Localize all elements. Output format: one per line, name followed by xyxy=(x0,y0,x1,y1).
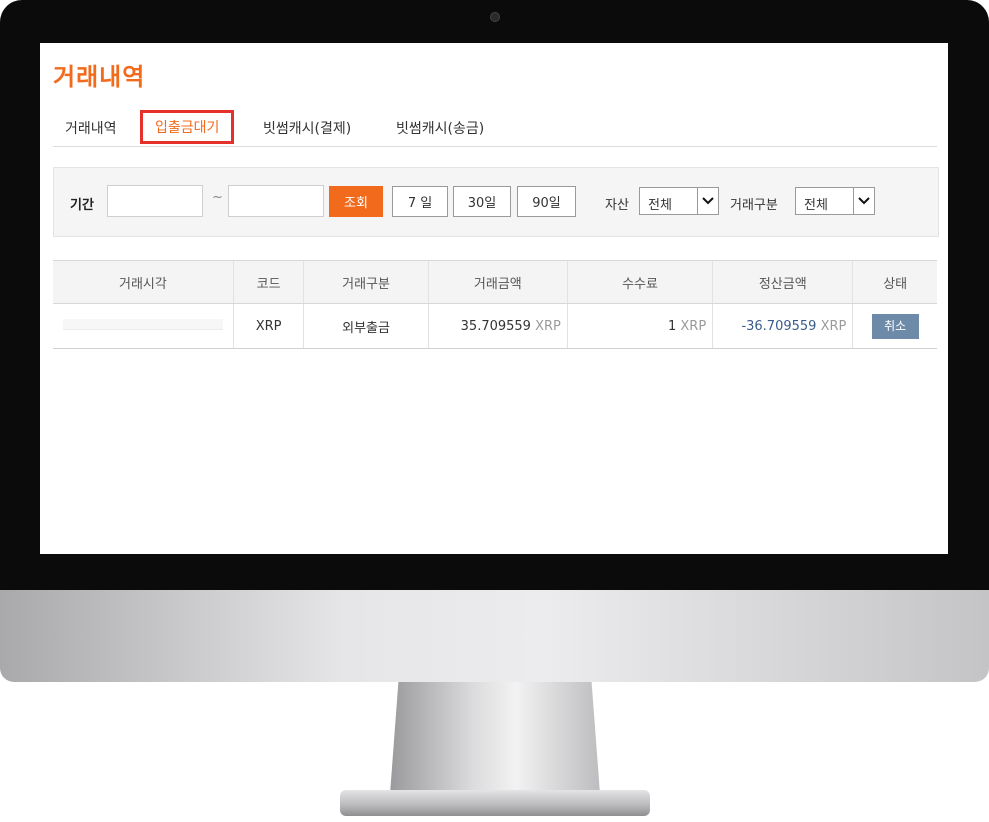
chevron-down-icon xyxy=(853,188,874,214)
table-row: XRP 외부출금 35.709559 XRP 1 XRP -36.709559 … xyxy=(53,303,937,349)
tab-bar: 거래내역 입출금대기 빗썸캐시(결제) 빗썸캐시(송금) xyxy=(53,108,937,147)
filter-bar: 기간 ~ 조회 7 일 30일 90일 자산 전체 거래구분 전체 xyxy=(53,167,939,237)
fee-value: 1 xyxy=(667,318,677,334)
tab-transaction-history[interactable]: 거래내역 xyxy=(65,118,117,138)
cancel-button[interactable]: 취소 xyxy=(871,313,919,339)
column-header-amount: 거래금액 xyxy=(427,260,568,304)
cell-fee: 1 XRP xyxy=(566,303,713,349)
type-select-value: 전체 xyxy=(804,198,828,213)
monitor-stand xyxy=(390,682,600,794)
column-header-settlement: 정산금액 xyxy=(712,260,853,304)
camera-dot xyxy=(490,12,500,22)
tab-bithumb-cash-transfer[interactable]: 빗썸캐시(송금) xyxy=(396,118,484,138)
monitor-chin xyxy=(0,590,989,682)
transactions-table: 거래시각 코드 거래구분 거래금액 수수료 정산금액 상태 XRP 외부출금 3… xyxy=(53,260,937,349)
cell-code: XRP xyxy=(232,303,304,349)
type-label: 거래구분 xyxy=(730,198,778,213)
cell-amount: 35.709559 XRP xyxy=(427,303,568,349)
amount-unit: XRP xyxy=(535,318,561,334)
column-header-time: 거래시각 xyxy=(53,260,234,304)
type-select[interactable]: 전체 xyxy=(795,187,875,215)
chevron-down-icon xyxy=(697,188,718,214)
cell-time xyxy=(53,303,234,349)
period-label: 기간 xyxy=(70,198,94,213)
column-header-fee: 수수료 xyxy=(566,260,713,304)
column-header-code: 코드 xyxy=(232,260,304,304)
tab-bithumb-cash-payment[interactable]: 빗썸캐시(결제) xyxy=(263,118,351,138)
tab-pending-deposit-withdrawal[interactable]: 입출금대기 xyxy=(140,110,235,144)
range-90-days-button[interactable]: 90일 xyxy=(517,186,576,217)
fee-unit: XRP xyxy=(680,318,707,334)
cell-type: 외부출금 xyxy=(303,303,429,349)
redacted-time xyxy=(62,318,223,330)
range-7-days-button[interactable]: 7 일 xyxy=(392,186,448,217)
screen: 거래내역 거래내역 입출금대기 빗썸캐시(결제) 빗썸캐시(송금) 기간 ~ 조… xyxy=(40,43,948,554)
asset-select-value: 전체 xyxy=(648,198,672,213)
cell-settlement: -36.709559 XRP xyxy=(712,303,853,349)
settlement-value: -36.709559 xyxy=(741,318,817,334)
range-separator: ~ xyxy=(212,190,223,205)
amount-value: 35.709559 xyxy=(460,318,531,334)
table-header-row: 거래시각 코드 거래구분 거래금액 수수료 정산금액 상태 xyxy=(53,260,937,304)
asset-select[interactable]: 전체 xyxy=(639,187,719,215)
search-button[interactable]: 조회 xyxy=(329,186,383,217)
column-header-type: 거래구분 xyxy=(303,260,429,304)
settlement-unit: XRP xyxy=(820,318,847,334)
range-30-days-button[interactable]: 30일 xyxy=(453,186,511,217)
cell-status: 취소 xyxy=(852,303,937,349)
asset-label: 자산 xyxy=(605,198,629,213)
end-date-input[interactable] xyxy=(228,185,324,217)
column-header-status: 상태 xyxy=(852,260,937,304)
page-title: 거래내역 xyxy=(53,63,146,91)
monitor-stand-base xyxy=(340,790,650,816)
start-date-input[interactable] xyxy=(107,185,203,217)
